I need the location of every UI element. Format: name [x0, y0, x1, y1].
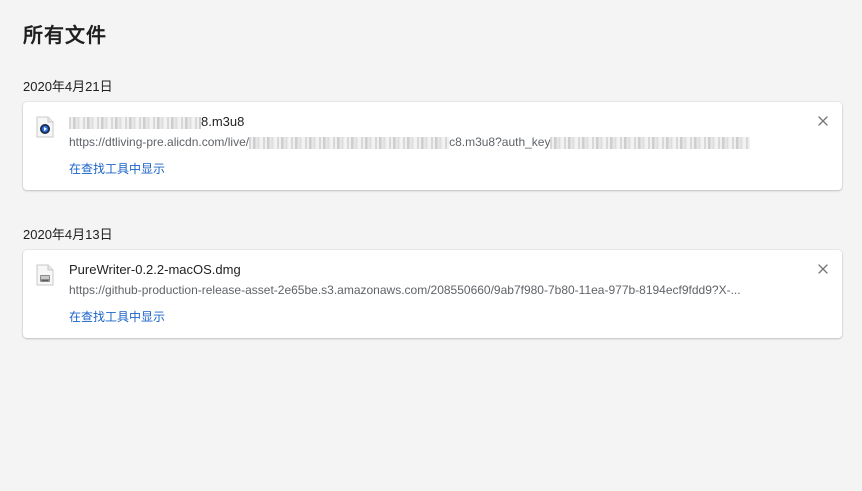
page-title: 所有文件 — [23, 25, 107, 47]
disk-image-file-icon — [36, 264, 54, 286]
redacted-text — [550, 136, 751, 149]
download-item: PureWriter-0.2.2-macOS.dmg https://githu… — [23, 250, 842, 338]
video-file-icon — [36, 116, 54, 138]
close-icon[interactable] — [816, 262, 830, 276]
file-url-prefix: https://dtliving-pre.alicdn.com/live/ — [69, 135, 250, 149]
show-in-finder-link[interactable]: 在查找工具中显示 — [69, 308, 165, 325]
date-header: 2020年4月13日 — [23, 227, 113, 242]
redacted-text — [249, 136, 450, 149]
file-url: https://dtliving-pre.alicdn.com/live/c8.… — [69, 135, 809, 149]
downloads-page: 所有文件 2020年4月21日 8.m3u8 https://dtliving-… — [0, 0, 862, 491]
file-name-suffix: 8.m3u8 — [201, 114, 245, 129]
file-name[interactable]: PureWriter-0.2.2-macOS.dmg — [69, 262, 241, 277]
file-url: https://github-production-release-asset-… — [69, 283, 741, 297]
download-item: 8.m3u8 https://dtliving-pre.alicdn.com/l… — [23, 102, 842, 190]
file-name[interactable]: 8.m3u8 — [69, 114, 244, 129]
date-header: 2020年4月21日 — [23, 79, 113, 94]
redacted-text — [69, 116, 201, 129]
close-icon[interactable] — [816, 114, 830, 128]
show-in-finder-link[interactable]: 在查找工具中显示 — [69, 160, 165, 177]
file-url-middle: c8.m3u8?auth_key — [449, 135, 551, 149]
